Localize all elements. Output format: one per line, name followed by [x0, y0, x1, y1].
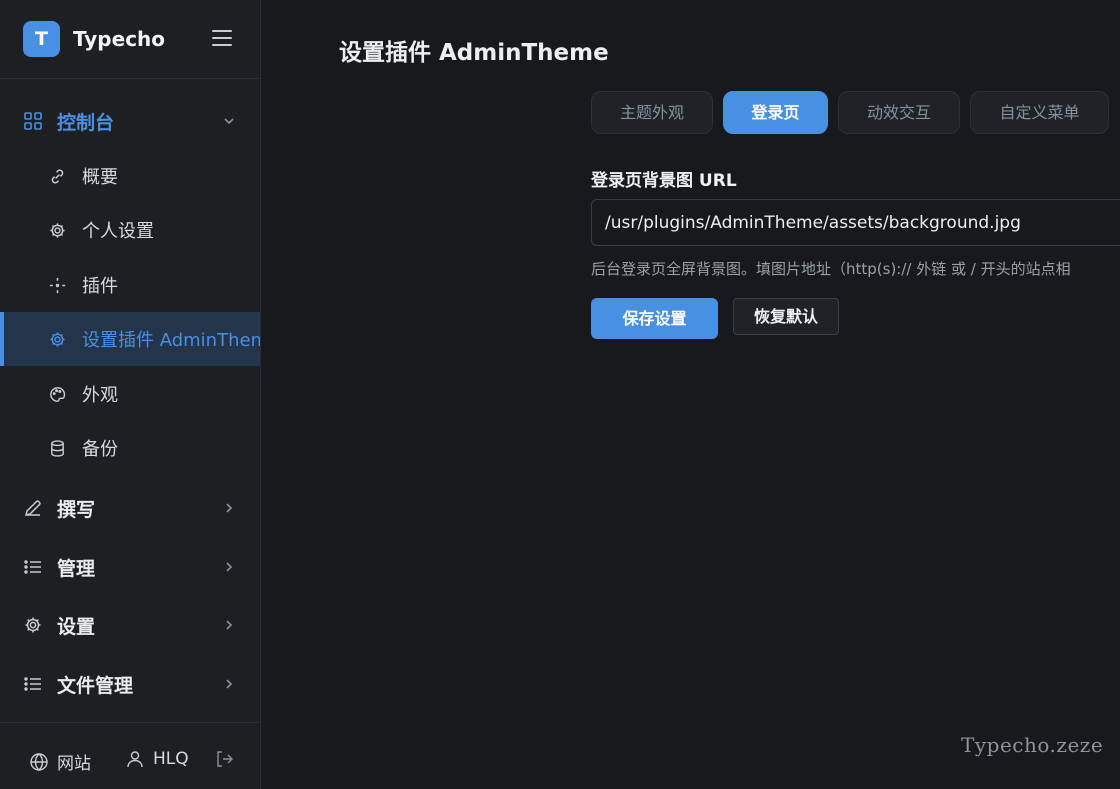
login-bg-url-label: 登录页背景图 URL	[591, 171, 737, 191]
gear-icon	[50, 222, 65, 238]
tab-animation[interactable]: 动效交互	[838, 91, 960, 134]
nav-group-label: 文件管理	[57, 674, 134, 697]
database-icon	[51, 439, 64, 457]
reset-default-button[interactable]: 恢复默认	[733, 298, 839, 335]
login-bg-url-input[interactable]	[591, 199, 1120, 246]
logout-icon	[217, 751, 233, 767]
gear-icon	[50, 331, 65, 347]
tab-login-page[interactable]: 登录页	[723, 91, 828, 134]
sidebar-footer: 网站 HLQ	[0, 722, 260, 789]
chevron-right-icon	[226, 562, 233, 572]
nav-group-label: 设置	[57, 615, 96, 638]
sidebar-item-plugins[interactable]: 插件	[0, 258, 260, 312]
menu-toggle-icon[interactable]	[212, 30, 232, 48]
globe-icon	[30, 752, 48, 771]
sidebar: T Typecho 控制台 概要 个人设置 插件 设置插件 AdminTheme…	[0, 0, 261, 789]
grid-icon	[24, 112, 42, 130]
nav-group-label: 控制台	[57, 111, 115, 134]
watermark: Typecho.zeze	[961, 733, 1104, 757]
list-icon	[24, 560, 41, 574]
chevron-right-icon	[226, 679, 233, 689]
palette-icon	[50, 386, 66, 402]
sidebar-item-label: 设置插件 AdminTheme	[82, 330, 260, 351]
tab-theme-appearance[interactable]: 主题外观	[591, 91, 713, 134]
user-link[interactable]: HLQ	[125, 749, 189, 769]
sidebar-item-label: 外观	[82, 385, 118, 406]
page-title: 设置插件 AdminTheme	[339, 40, 609, 66]
sidebar-item-label: 概要	[82, 167, 118, 188]
gear-icon	[25, 617, 41, 633]
sidebar-item-label: 个人设置	[82, 221, 154, 242]
list-icon	[24, 677, 41, 691]
nav-group-manage[interactable]: 管理	[0, 547, 260, 587]
nav-group-console[interactable]: 控制台	[0, 101, 260, 141]
nav-group-write[interactable]: 撰写	[0, 488, 260, 528]
nav-group-label: 撰写	[57, 498, 96, 521]
nav-group-settings[interactable]: 设置	[0, 605, 260, 645]
sidebar-item-appearance[interactable]: 外观	[0, 367, 260, 421]
chevron-right-icon	[226, 503, 233, 513]
sidebar-item-backup[interactable]: 备份	[0, 421, 260, 475]
logout-button[interactable]	[214, 749, 242, 769]
save-button[interactable]: 保存设置	[591, 298, 718, 339]
brand-header: T Typecho	[0, 0, 260, 79]
sidebar-item-label: 备份	[82, 439, 118, 460]
nav-group-file-manager[interactable]: 文件管理	[0, 664, 260, 704]
link-icon	[51, 169, 64, 183]
site-link-label: 网站	[57, 754, 91, 774]
plugin-icon	[49, 277, 66, 293]
chevron-down-icon	[224, 118, 234, 125]
user-link-label: HLQ	[153, 749, 189, 769]
user-icon	[127, 751, 143, 768]
nav-group-label: 管理	[57, 557, 96, 580]
brand-logo: T	[23, 21, 60, 57]
sidebar-item-profile[interactable]: 个人设置	[0, 203, 260, 257]
sidebar-item-admintheme-settings[interactable]: 设置插件 AdminTheme	[0, 312, 260, 366]
brand-name: Typecho	[73, 27, 166, 51]
login-bg-url-help: 后台登录页全屏背景图。填图片地址（http(s):// 外链 或 / 开头的站点…	[591, 260, 1071, 278]
tab-custom-menu[interactable]: 自定义菜单	[970, 91, 1109, 134]
sidebar-item-overview[interactable]: 概要	[0, 149, 260, 203]
chevron-right-icon	[226, 620, 233, 630]
pencil-icon	[24, 500, 41, 517]
site-link[interactable]: 网站	[29, 749, 91, 774]
sidebar-item-label: 插件	[82, 276, 118, 297]
